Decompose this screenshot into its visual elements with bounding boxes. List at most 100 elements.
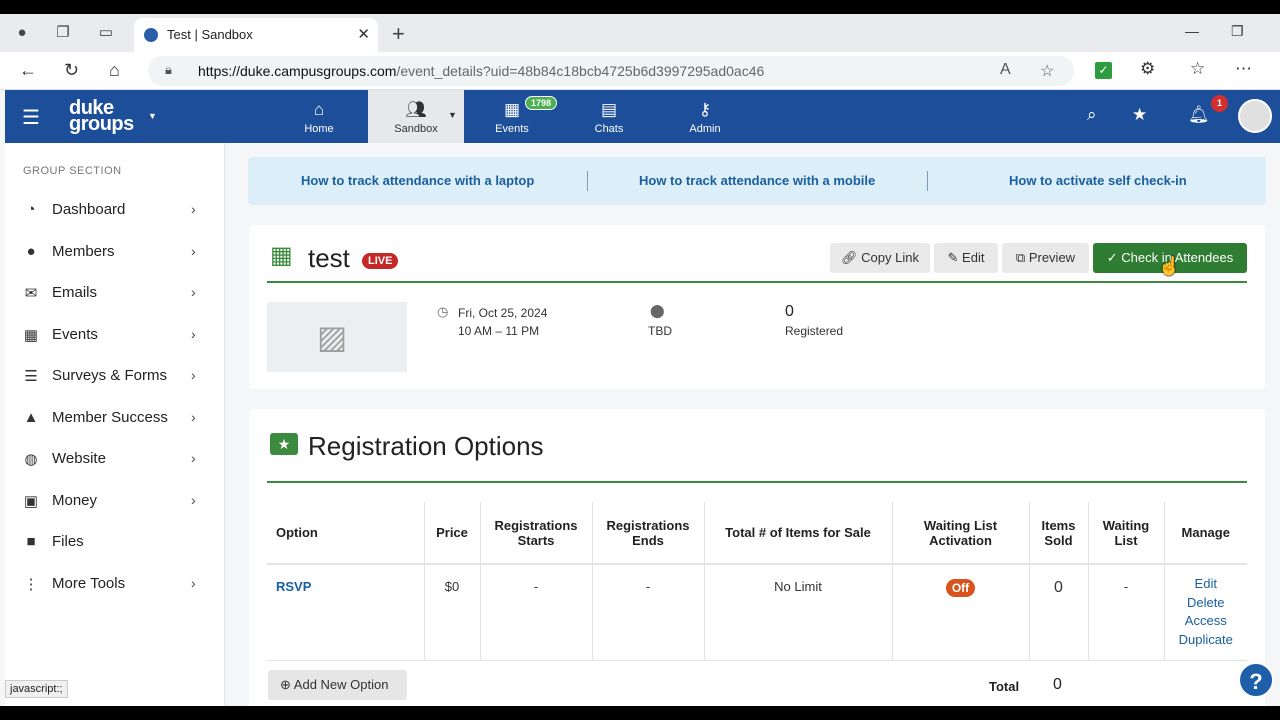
nav-chats[interactable]: ▤ Chats bbox=[561, 90, 657, 143]
folder-icon: ■ bbox=[26, 533, 36, 550]
chevron-down-icon[interactable]: ▼ bbox=[148, 111, 157, 121]
back-icon[interactable]: ← bbox=[19, 60, 37, 81]
column-header: Waiting List bbox=[1087, 502, 1164, 565]
calendar-icon: ▦ bbox=[23, 327, 39, 344]
sidebar-item-more-tools[interactable]: ⋮ More Tools › bbox=[5, 565, 225, 605]
chevron-right-icon: › bbox=[191, 492, 196, 508]
favorites-icon[interactable]: ☆ bbox=[1190, 59, 1205, 79]
divider bbox=[587, 171, 588, 191]
preview-button[interactable]: ⧉ Preview bbox=[1002, 243, 1089, 273]
copy-link-button[interactable]: 🔗︎ Copy Link bbox=[830, 243, 930, 273]
main-content: How to track attendance with a laptop Ho… bbox=[226, 143, 1280, 706]
sidebar-item-emails[interactable]: ✉ Emails › bbox=[5, 274, 225, 314]
person-icon: ● bbox=[26, 243, 36, 260]
sidebar-item-website[interactable]: ◍ Website › bbox=[5, 440, 225, 480]
hamburger-menu-icon[interactable]: ☰ bbox=[22, 105, 40, 130]
chevron-right-icon: › bbox=[191, 201, 196, 217]
extension-check-icon[interactable]: ✓ bbox=[1095, 62, 1112, 79]
logo[interactable]: duke groups bbox=[69, 98, 134, 134]
column-header: Items Sold bbox=[1028, 502, 1088, 565]
read-aloud-icon[interactable]: A bbox=[1000, 61, 1011, 79]
starts-cell: - bbox=[479, 564, 592, 661]
url-bar[interactable]: 🔒︎ https://duke.campusgroups.com/event_d… bbox=[148, 56, 1074, 86]
extensions-icon[interactable]: ⚙ bbox=[1140, 59, 1155, 79]
edit-button[interactable]: ✎ Edit bbox=[934, 243, 998, 273]
restore-icon[interactable]: ❐ bbox=[1231, 23, 1244, 40]
sidebar-item-dashboard[interactable]: ◔ Dashboard › bbox=[5, 191, 225, 231]
workspaces-icon[interactable]: ❐ bbox=[53, 23, 73, 43]
help-button[interactable]: ? bbox=[1238, 662, 1274, 698]
home-browser-icon[interactable]: ⌂ bbox=[109, 60, 120, 81]
preview-label: Preview bbox=[1028, 250, 1076, 265]
divider bbox=[927, 171, 928, 191]
registered-count: 0 bbox=[785, 303, 794, 320]
help-link-laptop[interactable]: How to track attendance with a laptop bbox=[301, 173, 534, 188]
sidebar-item-members[interactable]: ● Members › bbox=[5, 233, 225, 273]
sidebar-item-label: Events bbox=[52, 326, 98, 343]
close-tab-icon[interactable]: ✕ bbox=[357, 25, 370, 43]
chevron-down-icon[interactable]: ▼ bbox=[448, 110, 457, 120]
search-icon[interactable]: ⌕ bbox=[1087, 105, 1097, 125]
star-icon[interactable]: ★ bbox=[1132, 105, 1147, 125]
add-new-option-button[interactable]: ⊕ Add New Option bbox=[268, 670, 407, 700]
nav-sandbox[interactable]: 👥︎ Sandbox ▼ bbox=[368, 90, 464, 143]
chevron-right-icon: › bbox=[191, 450, 196, 466]
help-link-self-checkin[interactable]: How to activate self check-in bbox=[1009, 173, 1187, 188]
waiting-list-toggle[interactable]: Off bbox=[945, 579, 976, 597]
chevron-right-icon: › bbox=[191, 409, 196, 425]
sidebar-item-label: More Tools bbox=[52, 575, 126, 592]
sidebar-item-events[interactable]: ▦ Events › bbox=[5, 316, 225, 356]
registration-title: Registration Options bbox=[308, 431, 544, 461]
mouse-cursor-icon: ☝ bbox=[1158, 256, 1181, 276]
nav-events-label: Events bbox=[495, 123, 529, 135]
event-location: TBD bbox=[648, 324, 672, 338]
bell-icon[interactable]: 🔔︎ bbox=[1188, 105, 1210, 125]
tab-actions-icon[interactable]: ▭ bbox=[96, 23, 116, 43]
profile-icon[interactable]: ● bbox=[12, 23, 32, 43]
money-icon: ▣ bbox=[23, 493, 39, 510]
sidebar-item-member-success[interactable]: ▲ Member Success › bbox=[5, 399, 225, 439]
favorite-star-icon[interactable]: ☆ bbox=[1040, 61, 1054, 81]
sidebar-item-files[interactable]: ■ Files bbox=[5, 523, 225, 563]
check-icon: ✓ bbox=[1106, 250, 1122, 265]
lock-icon: 🔒︎ bbox=[165, 62, 172, 77]
total-value: 0 bbox=[1053, 676, 1062, 693]
sidebar-item-label: Member Success bbox=[52, 409, 168, 426]
sidebar-item-money[interactable]: ▣ Money › bbox=[5, 482, 225, 522]
sidebar-item-surveys[interactable]: ☰ Surveys & Forms › bbox=[5, 357, 225, 397]
sidebar-item-label: Website bbox=[52, 450, 106, 467]
minimize-icon[interactable]: — bbox=[1185, 23, 1199, 39]
sidebar: GROUP SECTION ◔ Dashboard › ● Members › … bbox=[5, 143, 225, 706]
notification-badge: 1 bbox=[1211, 95, 1228, 112]
registered-label: Registered bbox=[785, 324, 844, 338]
nav-home[interactable]: ⌂ Home bbox=[271, 90, 367, 143]
sidebar-item-label: Members bbox=[52, 243, 115, 260]
sidebar-item-label: Dashboard bbox=[52, 201, 126, 218]
column-header: Registrations Starts bbox=[479, 502, 592, 565]
browser-tab[interactable]: Test | Sandbox ✕ bbox=[134, 18, 378, 52]
browser-window: ● ❐ ▭ Test | Sandbox ✕ + — ❐ ← ↻ ⌂ 🔒︎ ht… bbox=[0, 14, 1280, 706]
option-link-rsvp[interactable]: RSVP bbox=[276, 579, 311, 594]
key-icon: ⚷ bbox=[698, 100, 712, 119]
location-pin-icon: ⬤ bbox=[650, 303, 665, 318]
new-tab-icon[interactable]: + bbox=[392, 21, 405, 47]
sidebar-item-label: Surveys & Forms bbox=[52, 367, 168, 384]
avatar[interactable] bbox=[1238, 99, 1272, 133]
event-card: ▦ test LIVE 🔗︎ Copy Link ✎ Edit ⧉ Previe… bbox=[249, 225, 1265, 389]
manage-access-link[interactable]: Access bbox=[1171, 612, 1242, 631]
chevron-right-icon: › bbox=[191, 243, 196, 259]
items-sold-cell: 0 bbox=[1054, 579, 1063, 596]
nav-admin[interactable]: ⚷ Admin bbox=[657, 90, 753, 143]
help-link-mobile[interactable]: How to track attendance with a mobile bbox=[639, 173, 875, 188]
manage-duplicate-link[interactable]: Duplicate bbox=[1171, 631, 1242, 650]
events-count-badge: 1798 bbox=[525, 96, 558, 110]
manage-edit-link[interactable]: Edit bbox=[1171, 575, 1242, 594]
nav-home-label: Home bbox=[304, 123, 334, 135]
mail-icon: ✉ bbox=[24, 285, 38, 302]
more-menu-icon[interactable]: ⋯ bbox=[1235, 59, 1252, 79]
table-row: RSVP $0 - - No Limit Off 0 - Edit Delete… bbox=[267, 564, 1247, 661]
refresh-icon[interactable]: ↻ bbox=[64, 60, 79, 81]
registration-card: ★ Registration Options Option Price Regi… bbox=[249, 409, 1265, 706]
manage-delete-link[interactable]: Delete bbox=[1171, 594, 1242, 613]
link-icon: 🔗︎ bbox=[841, 250, 862, 265]
